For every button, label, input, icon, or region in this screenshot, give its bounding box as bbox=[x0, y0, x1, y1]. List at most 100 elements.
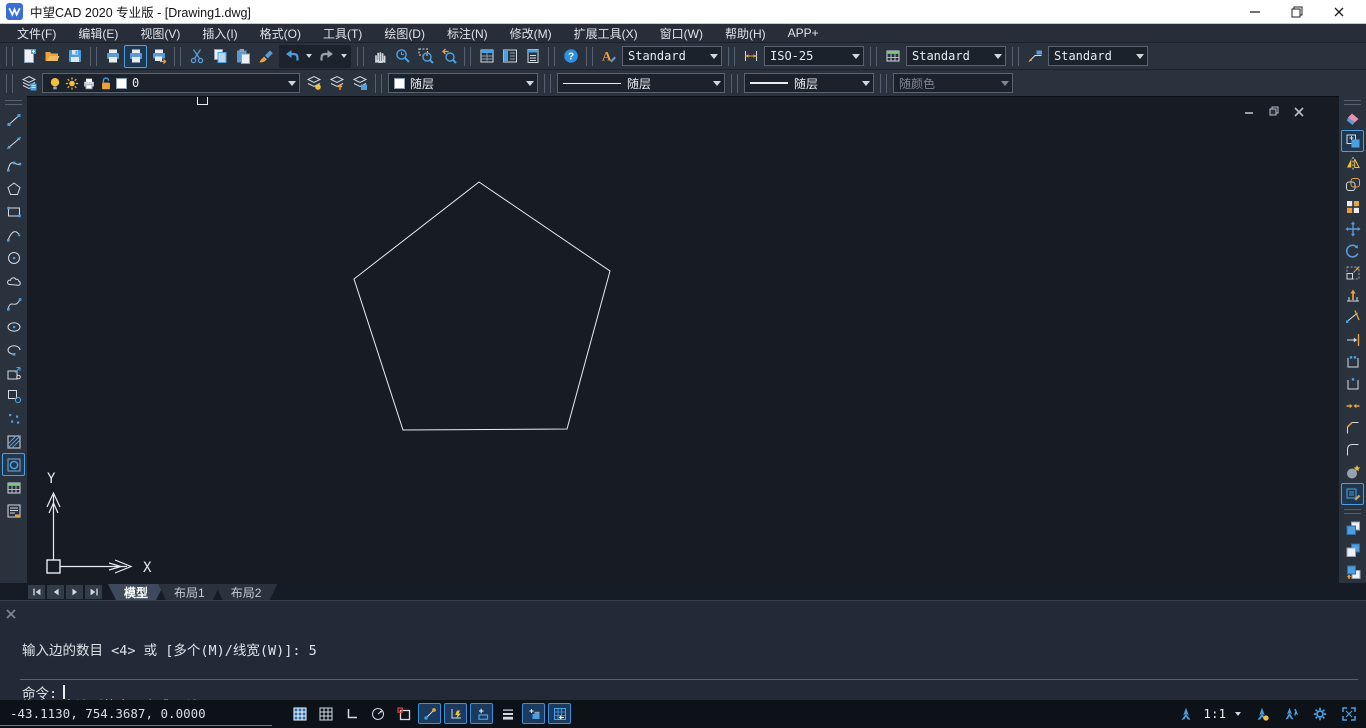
spline-button[interactable] bbox=[2, 292, 25, 315]
chevron-down-icon[interactable] bbox=[862, 81, 870, 86]
menu-tools[interactable]: 工具(T) bbox=[312, 24, 373, 42]
circle-button[interactable] bbox=[2, 246, 25, 269]
snap-toggle[interactable] bbox=[288, 703, 311, 724]
ellipse-button[interactable] bbox=[2, 315, 25, 338]
fullscreen-toggle[interactable] bbox=[1337, 703, 1360, 724]
bring-to-front-button[interactable] bbox=[1341, 517, 1364, 539]
stretch-button[interactable] bbox=[1341, 284, 1364, 306]
help-button[interactable]: ? bbox=[559, 45, 582, 68]
break-at-point-button[interactable] bbox=[1341, 351, 1364, 373]
cut-button[interactable] bbox=[185, 45, 208, 68]
mleader-style-icon[interactable] bbox=[1023, 45, 1046, 68]
esnap-marker-toggle[interactable] bbox=[392, 703, 415, 724]
mleader-style-combo[interactable]: Standard bbox=[1048, 46, 1148, 66]
paste-button[interactable] bbox=[231, 45, 254, 68]
offset-button[interactable] bbox=[1341, 174, 1364, 196]
doc-close-button[interactable] bbox=[1293, 104, 1305, 122]
break-button[interactable] bbox=[1341, 373, 1364, 395]
insert-block-button[interactable] bbox=[2, 361, 25, 384]
next-tab-button[interactable] bbox=[66, 585, 83, 599]
toolbar-grip[interactable] bbox=[1344, 100, 1361, 105]
menu-file[interactable]: 文件(F) bbox=[6, 24, 67, 42]
arc-button[interactable] bbox=[2, 223, 25, 246]
menu-app-plus[interactable]: APP+ bbox=[777, 24, 830, 42]
rotate-button[interactable] bbox=[1341, 240, 1364, 262]
last-tab-button[interactable] bbox=[85, 585, 102, 599]
lineweight-toggle[interactable] bbox=[496, 703, 519, 724]
menu-edit[interactable]: 编辑(E) bbox=[67, 24, 129, 42]
annotation-scale-value[interactable]: 1:1 bbox=[1203, 706, 1226, 721]
zoom-realtime-button[interactable] bbox=[391, 45, 414, 68]
pan-button[interactable] bbox=[368, 45, 391, 68]
menu-draw[interactable]: 绘图(D) bbox=[373, 24, 436, 42]
table-style-combo[interactable]: Standard bbox=[906, 46, 1006, 66]
annotation-scale-dropdown-icon[interactable] bbox=[1235, 712, 1241, 716]
model-paper-toggle[interactable] bbox=[548, 703, 571, 724]
region-button[interactable] bbox=[2, 453, 25, 476]
layer-plot-icon[interactable] bbox=[82, 75, 97, 91]
chamfer-button[interactable] bbox=[1341, 417, 1364, 439]
chevron-down-icon[interactable] bbox=[288, 81, 296, 86]
otrack-toggle[interactable] bbox=[444, 703, 467, 724]
color-combo[interactable]: 随层 bbox=[388, 73, 538, 93]
make-layer-current-button[interactable] bbox=[302, 72, 325, 95]
chevron-down-icon[interactable] bbox=[1136, 54, 1144, 59]
menu-window[interactable]: 窗口(W) bbox=[649, 24, 714, 42]
menu-modify[interactable]: 修改(M) bbox=[499, 24, 563, 42]
revision-cloud-button[interactable] bbox=[2, 269, 25, 292]
undo-button[interactable] bbox=[280, 45, 303, 68]
print-button[interactable] bbox=[101, 45, 124, 68]
command-line-panel[interactable]: 输入边的数目 <4> 或 [多个(M)/线宽(W)]: 5 指定正多边形的中心点… bbox=[0, 600, 1366, 700]
extend-button[interactable] bbox=[1341, 328, 1364, 350]
tab-layout1[interactable]: 布局1 bbox=[158, 584, 221, 600]
format-painter-button[interactable] bbox=[254, 45, 277, 68]
trim-button[interactable] bbox=[1341, 306, 1364, 328]
table-style-icon[interactable] bbox=[881, 45, 904, 68]
hatch-button[interactable] bbox=[2, 430, 25, 453]
copy-clip-button[interactable] bbox=[208, 45, 231, 68]
join-button[interactable] bbox=[1341, 395, 1364, 417]
open-file-button[interactable] bbox=[40, 45, 63, 68]
chevron-down-icon[interactable] bbox=[526, 81, 534, 86]
dyn-toggle[interactable] bbox=[470, 703, 493, 724]
redo-button[interactable] bbox=[315, 45, 338, 68]
layer-states-button[interactable] bbox=[348, 72, 371, 95]
chevron-down-icon[interactable] bbox=[852, 54, 860, 59]
annotation-visibility-toggle[interactable] bbox=[1250, 703, 1273, 724]
make-block-button[interactable] bbox=[2, 384, 25, 407]
dim-style-combo[interactable]: ISO-25 bbox=[764, 46, 864, 66]
linetype-combo[interactable]: 随层 bbox=[557, 73, 725, 93]
undo-dropdown-icon[interactable] bbox=[306, 54, 312, 58]
table-button[interactable] bbox=[2, 476, 25, 499]
polyline-button[interactable] bbox=[2, 154, 25, 177]
osnap-toggle[interactable] bbox=[418, 703, 441, 724]
text-style-combo[interactable]: Standard bbox=[622, 46, 722, 66]
ortho-toggle[interactable] bbox=[340, 703, 363, 724]
draw-order-button[interactable] bbox=[1341, 561, 1364, 583]
polar-toggle[interactable] bbox=[366, 703, 389, 724]
scale-button[interactable] bbox=[1341, 262, 1364, 284]
point-button[interactable] bbox=[2, 407, 25, 430]
design-center-button[interactable] bbox=[498, 45, 521, 68]
menu-format[interactable]: 格式(O) bbox=[249, 24, 312, 42]
layer-manager-button[interactable] bbox=[17, 72, 40, 95]
prev-tab-button[interactable] bbox=[47, 585, 64, 599]
command-close-icon[interactable] bbox=[5, 608, 17, 624]
command-input[interactable]: 命令: bbox=[22, 682, 65, 702]
erase-button[interactable] bbox=[1341, 108, 1364, 130]
mirror-button[interactable] bbox=[1341, 152, 1364, 174]
toolbar-grip[interactable] bbox=[5, 100, 22, 105]
menu-insert[interactable]: 插入(I) bbox=[191, 24, 248, 42]
tool-palettes-button[interactable] bbox=[521, 45, 544, 68]
redo-dropdown-icon[interactable] bbox=[341, 54, 347, 58]
dim-style-icon[interactable] bbox=[739, 45, 762, 68]
doc-minimize-button[interactable] bbox=[1243, 104, 1255, 122]
construction-line-button[interactable] bbox=[2, 131, 25, 154]
menu-help[interactable]: 帮助(H) bbox=[714, 24, 777, 42]
new-file-button[interactable] bbox=[17, 45, 40, 68]
move-button[interactable] bbox=[1341, 218, 1364, 240]
lineweight-combo[interactable]: 随层 bbox=[744, 73, 874, 93]
zoom-previous-button[interactable] bbox=[437, 45, 460, 68]
tab-layout2[interactable]: 布局2 bbox=[215, 584, 278, 600]
tab-model[interactable]: 模型 bbox=[108, 584, 164, 600]
